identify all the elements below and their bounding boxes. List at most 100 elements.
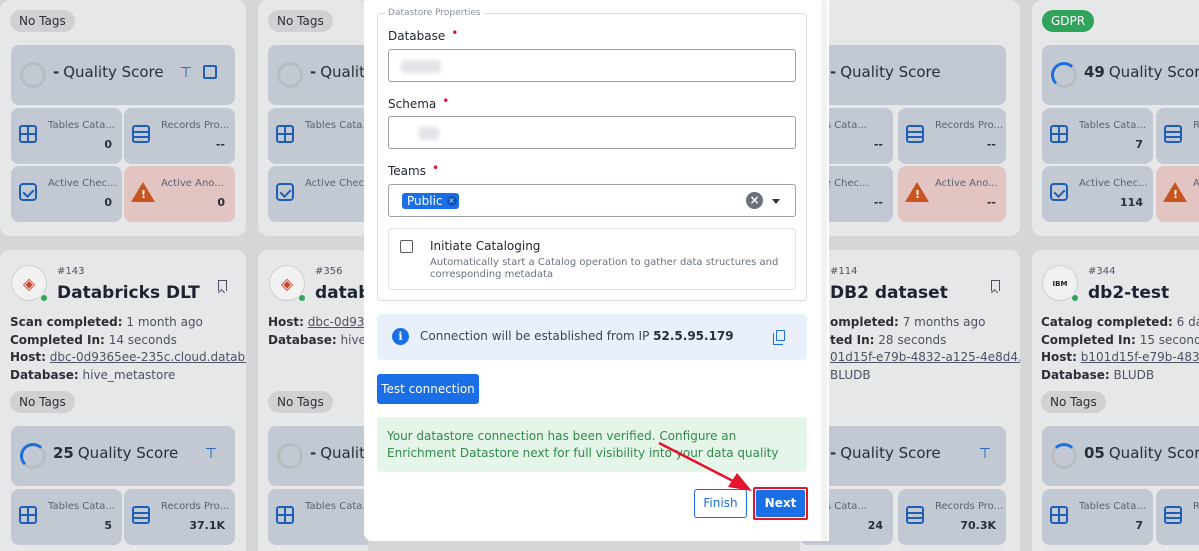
anomalies-label: Ac — [1193, 178, 1199, 189]
hierarchy-icon[interactable]: ⊤ — [203, 446, 219, 462]
schema-input[interactable] — [388, 116, 796, 149]
hierarchy-icon[interactable]: ⊤ — [977, 446, 993, 462]
datastore-logo: IBM — [1042, 265, 1080, 303]
records-stat: Records Pro... -- — [124, 108, 235, 164]
next-button[interactable]: Next — [756, 490, 805, 517]
host-link[interactable]: dbc-0d9365 — [308, 315, 368, 329]
required-indicator: • — [451, 26, 459, 40]
hierarchy-icon[interactable]: ⊤ — [178, 65, 194, 81]
clear-icon[interactable]: × — [746, 192, 763, 209]
quality-score-value: 49 — [1084, 63, 1105, 81]
anomalies-value: -- — [986, 196, 996, 209]
host-link[interactable]: dbc-0d9365ee-235c.cloud.databr... — [50, 350, 246, 364]
checks-stat: Active Chec... -- — [268, 166, 368, 222]
finish-button[interactable]: Finish — [694, 489, 747, 518]
anomalies-label: Active Ano... — [161, 178, 224, 189]
datastore-logo: ◈ — [269, 265, 307, 303]
tables-label: Tables Cata... — [305, 501, 368, 512]
checks-stat: Active Chec... 0 — [11, 166, 122, 222]
chevron-down-icon[interactable] — [772, 199, 780, 204]
chip-remove-icon[interactable]: × — [446, 196, 457, 206]
table-icon — [276, 125, 294, 143]
quality-score-label: Quality Score — [63, 63, 164, 81]
records-label: Records Pro... — [935, 120, 1004, 131]
bookmark-icon[interactable] — [991, 280, 1000, 291]
initiate-cataloging-checkbox[interactable] — [400, 240, 413, 253]
datastore-id: #356 — [315, 266, 343, 277]
meta-line: Completed In: 15 seconds — [1041, 333, 1199, 347]
checks-value: -- — [873, 196, 883, 209]
info-icon: i — [392, 328, 409, 345]
datastore-card-356[interactable]: ◈ #356 datab Host: dbc-0d9365 Database: … — [258, 250, 368, 551]
quality-score-value: - — [310, 444, 317, 462]
tables-stat: Tables Cata... — [268, 489, 368, 545]
meta-line: Host: b101d15f-e79b-4832-a1 — [1041, 350, 1199, 364]
meta-line: 01d15f-e79b-4832-a125-4e8d4... — [830, 350, 1020, 364]
tag-badge: No Tags — [1041, 391, 1106, 413]
tables-label: Tables Cata... — [1079, 501, 1146, 512]
datastore-card-top-1[interactable]: No Tags - Quality Score ⊤ Tables Cata... … — [0, 0, 246, 236]
check-icon — [1050, 183, 1068, 201]
host-link[interactable]: 01d15f-e79b-4832-a125-4e8d4... — [830, 350, 1020, 364]
datastore-card-db2-test[interactable]: IBM #344 db2-test Catalog completed: 6 d… — [1032, 250, 1199, 551]
meta-line: Completed In: 14 seconds — [10, 333, 177, 347]
datastore-title: Databricks DLT — [57, 283, 200, 303]
host-link[interactable]: b101d15f-e79b-4832-a1 — [1081, 350, 1199, 364]
tag-badge: No Tags — [268, 391, 333, 413]
check-icon — [276, 183, 294, 201]
test-connection-button[interactable]: Test connection — [377, 374, 479, 404]
records-icon — [906, 125, 924, 143]
records-value: 70.3K — [960, 519, 996, 532]
quality-score-ring — [277, 62, 303, 88]
checks-value: 114 — [1120, 196, 1143, 209]
datastore-card-databricks-dlt[interactable]: ◈ #143 Databricks DLT Scan completed: 1 … — [0, 250, 246, 551]
quality-score-box: - Quality Score — [800, 45, 1006, 105]
bookmark-icon[interactable] — [218, 280, 227, 291]
datastore-id: #143 — [57, 266, 85, 277]
quality-score-ring — [277, 443, 303, 469]
tables-label: Tables Cata... — [1079, 120, 1146, 131]
datastore-card-db2-dataset[interactable]: #114 DB2 dataset ompleted: 7 months ago … — [800, 250, 1020, 551]
records-stat: Records Pro... 37.1K — [124, 489, 235, 545]
meta-line: Database: hive_metastore — [10, 368, 176, 382]
records-label: Records Pro... — [161, 120, 230, 131]
quality-score-box: - Quality Score ⊤ — [800, 426, 1006, 486]
section-legend: Datastore Properties — [385, 8, 484, 18]
meta-line: Database: hive_m — [268, 333, 368, 347]
meta-line: ted In: 28 seconds — [830, 333, 947, 347]
datastore-card-top-4[interactable]: GDPR 49Quality Score Tables Cata... 7 Re… — [1032, 0, 1199, 236]
teams-select[interactable]: Public × × — [388, 184, 796, 217]
tables-value: 24 — [867, 519, 883, 532]
copy-icon[interactable] — [773, 330, 785, 345]
table-icon — [1050, 125, 1068, 143]
table-icon — [19, 506, 37, 524]
tables-stat: Tables Cata... 0 — [11, 108, 122, 164]
quality-score-value: - — [53, 63, 60, 81]
quality-score-box: - Qualit — [268, 45, 368, 105]
datastore-title: db2-test — [1088, 283, 1170, 303]
quality-score-box: 25 Quality Score ⊤ — [11, 426, 235, 486]
database-input[interactable] — [388, 49, 796, 82]
quality-score-value: 25 — [53, 444, 74, 462]
database-label: Database • — [388, 26, 459, 43]
quality-score-label: Quality Score — [1108, 63, 1199, 81]
calendar-icon[interactable] — [203, 65, 217, 79]
records-icon — [906, 506, 924, 524]
team-chip-public: Public × — [402, 193, 459, 209]
records-value: -- — [215, 138, 225, 151]
tag-badge: No Tags — [10, 391, 75, 413]
connection-success-alert: Your datastore connection has been verif… — [377, 417, 807, 472]
tables-stat: Tables Cata... 7 — [1042, 108, 1153, 164]
records-icon — [1164, 506, 1182, 524]
check-icon — [19, 183, 37, 201]
meta-line: Scan completed: 1 month ago — [10, 315, 203, 329]
records-value: -- — [986, 138, 996, 151]
status-dot — [1070, 293, 1080, 303]
initiate-cataloging-option[interactable]: Initiate Cataloging Automatically start … — [388, 228, 796, 290]
datastore-card-top-2[interactable]: No Tags -Qualit Tables Cata... -- Active… — [258, 0, 368, 236]
modal-scrollbar-thumb[interactable] — [821, 0, 827, 541]
quality-score-label: Quality Score — [840, 63, 941, 81]
quality-score-box: - Qualit — [268, 426, 368, 486]
datastore-title: DB2 dataset — [830, 283, 948, 303]
datastore-card-top-3[interactable]: - Quality Score Tables Cata... -- Records… — [800, 0, 1020, 236]
